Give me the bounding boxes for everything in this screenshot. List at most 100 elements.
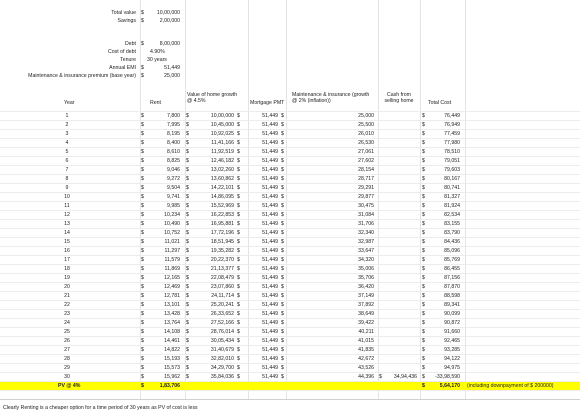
- cell-home-value[interactable]: 22,08,479: [194, 274, 234, 282]
- cell-home-value[interactable]: 20,22,370: [194, 256, 234, 264]
- cell-mortgage[interactable]: 51,449: [250, 319, 278, 327]
- cell-mortgage[interactable]: 51,449: [250, 301, 278, 309]
- cell-cash[interactable]: [386, 319, 417, 327]
- cell-mortgage[interactable]: 51,449: [250, 184, 278, 192]
- cell-cash[interactable]: [386, 202, 417, 210]
- cell-mortgage[interactable]: 51,449: [250, 166, 278, 174]
- cell-total[interactable]: 94,975: [430, 364, 460, 372]
- cell-rent[interactable]: 14,461: [150, 337, 180, 345]
- cell-year[interactable]: 5: [60, 148, 74, 156]
- cell-year[interactable]: 19: [60, 274, 74, 282]
- cell-maintenance[interactable]: 41,015: [330, 337, 374, 345]
- pv-rent-value[interactable]: 1,83,706: [150, 382, 180, 390]
- cell-maintenance[interactable]: 41,835: [330, 346, 374, 354]
- cell-rent[interactable]: 9,504: [150, 184, 180, 192]
- cell-home-value[interactable]: 14,22,101: [194, 184, 234, 192]
- cell-mortgage[interactable]: 51,449: [250, 346, 278, 354]
- cell-year[interactable]: 7: [60, 166, 74, 174]
- cell-home-value[interactable]: 15,52,969: [194, 202, 234, 210]
- cell-cash[interactable]: [386, 283, 417, 291]
- cell-total[interactable]: 79,603: [430, 166, 460, 174]
- cell-total[interactable]: 83,790: [430, 229, 460, 237]
- cell-maintenance[interactable]: 33,647: [330, 247, 374, 255]
- cell-cash[interactable]: [386, 346, 417, 354]
- cell-maintenance[interactable]: 43,526: [330, 364, 374, 372]
- cell-rent[interactable]: 7,800: [150, 112, 180, 120]
- cell-maintenance[interactable]: 25,000: [330, 112, 374, 120]
- cell-mortgage[interactable]: 51,449: [250, 220, 278, 228]
- cell-maintenance[interactable]: 37,892: [330, 301, 374, 309]
- cell-cash[interactable]: [386, 139, 417, 147]
- cell-maintenance[interactable]: 40,211: [330, 328, 374, 336]
- cell-total[interactable]: 77,980: [430, 139, 460, 147]
- cell-mortgage[interactable]: 51,449: [250, 211, 278, 219]
- cell-rent[interactable]: 9,046: [150, 166, 180, 174]
- cell-home-value[interactable]: 27,52,166: [194, 319, 234, 327]
- cell-year[interactable]: 6: [60, 157, 74, 165]
- cell-rent[interactable]: 8,400: [150, 139, 180, 147]
- cell-total[interactable]: -33,98,590: [430, 373, 460, 381]
- cell-total[interactable]: 88,598: [430, 292, 460, 300]
- cell-mortgage[interactable]: 51,449: [250, 292, 278, 300]
- cell-cash[interactable]: [386, 229, 417, 237]
- cell-mortgage[interactable]: 51,449: [250, 139, 278, 147]
- cell-maintenance[interactable]: 32,987: [330, 238, 374, 246]
- cell-home-value[interactable]: 24,11,714: [194, 292, 234, 300]
- cell-maintenance[interactable]: 44,396: [330, 373, 374, 381]
- cell-year[interactable]: 14: [60, 229, 74, 237]
- cell-rent[interactable]: 12,469: [150, 283, 180, 291]
- cell-maintenance[interactable]: 38,649: [330, 310, 374, 318]
- cell-maintenance[interactable]: 42,672: [330, 355, 374, 363]
- cell-home-value[interactable]: 11,41,166: [194, 139, 234, 147]
- cell-year[interactable]: 23: [60, 310, 74, 318]
- cell-maintenance[interactable]: 31,084: [330, 211, 374, 219]
- cell-maintenance[interactable]: 32,340: [330, 229, 374, 237]
- cell-total[interactable]: 85,096: [430, 247, 460, 255]
- cell-total[interactable]: 89,341: [430, 301, 460, 309]
- cell-rent[interactable]: 9,272: [150, 175, 180, 183]
- cell-home-value[interactable]: 18,51,945: [194, 238, 234, 246]
- total-value-cell[interactable]: 10,00,000: [150, 9, 180, 17]
- cell-cash[interactable]: 34,94,436: [386, 373, 417, 381]
- cell-maintenance[interactable]: 28,717: [330, 175, 374, 183]
- debt-cell[interactable]: 8,00,000: [150, 40, 180, 48]
- cell-rent[interactable]: 15,573: [150, 364, 180, 372]
- cell-home-value[interactable]: 32,82,010: [194, 355, 234, 363]
- cell-cash[interactable]: [386, 310, 417, 318]
- cell-rent[interactable]: 12,165: [150, 274, 180, 282]
- cell-year[interactable]: 20: [60, 283, 74, 291]
- cell-cash[interactable]: [386, 130, 417, 138]
- cell-mortgage[interactable]: 51,449: [250, 310, 278, 318]
- cell-cash[interactable]: [386, 157, 417, 165]
- cell-total[interactable]: 77,459: [430, 130, 460, 138]
- cell-mortgage[interactable]: 51,449: [250, 328, 278, 336]
- cell-total[interactable]: 87,870: [430, 283, 460, 291]
- cell-cash[interactable]: [386, 301, 417, 309]
- cell-total[interactable]: 91,660: [430, 328, 460, 336]
- cell-maintenance[interactable]: 25,500: [330, 121, 374, 129]
- cell-rent[interactable]: 10,752: [150, 229, 180, 237]
- cell-home-value[interactable]: 35,84,036: [194, 373, 234, 381]
- annual-emi-cell[interactable]: 51,449: [150, 64, 180, 72]
- cell-mortgage[interactable]: 51,449: [250, 193, 278, 201]
- cell-year[interactable]: 18: [60, 265, 74, 273]
- cell-cash[interactable]: [386, 265, 417, 273]
- cell-rent[interactable]: 9,741: [150, 193, 180, 201]
- cell-cash[interactable]: [386, 193, 417, 201]
- cell-year[interactable]: 1: [60, 112, 74, 120]
- cell-mortgage[interactable]: 51,449: [250, 247, 278, 255]
- cell-year[interactable]: 2: [60, 121, 74, 129]
- cell-total[interactable]: 92,465: [430, 337, 460, 345]
- cell-year[interactable]: 24: [60, 319, 74, 327]
- cell-home-value[interactable]: 16,95,881: [194, 220, 234, 228]
- cell-maintenance[interactable]: 27,061: [330, 148, 374, 156]
- cell-cash[interactable]: [386, 256, 417, 264]
- cell-maintenance[interactable]: 29,877: [330, 193, 374, 201]
- cell-maintenance[interactable]: 36,420: [330, 283, 374, 291]
- cell-maintenance[interactable]: 28,154: [330, 166, 374, 174]
- cell-rent[interactable]: 8,825: [150, 157, 180, 165]
- cell-cash[interactable]: [386, 328, 417, 336]
- cell-maintenance[interactable]: 35,706: [330, 274, 374, 282]
- cell-year[interactable]: 29: [60, 364, 74, 372]
- cell-rent[interactable]: 15,962: [150, 373, 180, 381]
